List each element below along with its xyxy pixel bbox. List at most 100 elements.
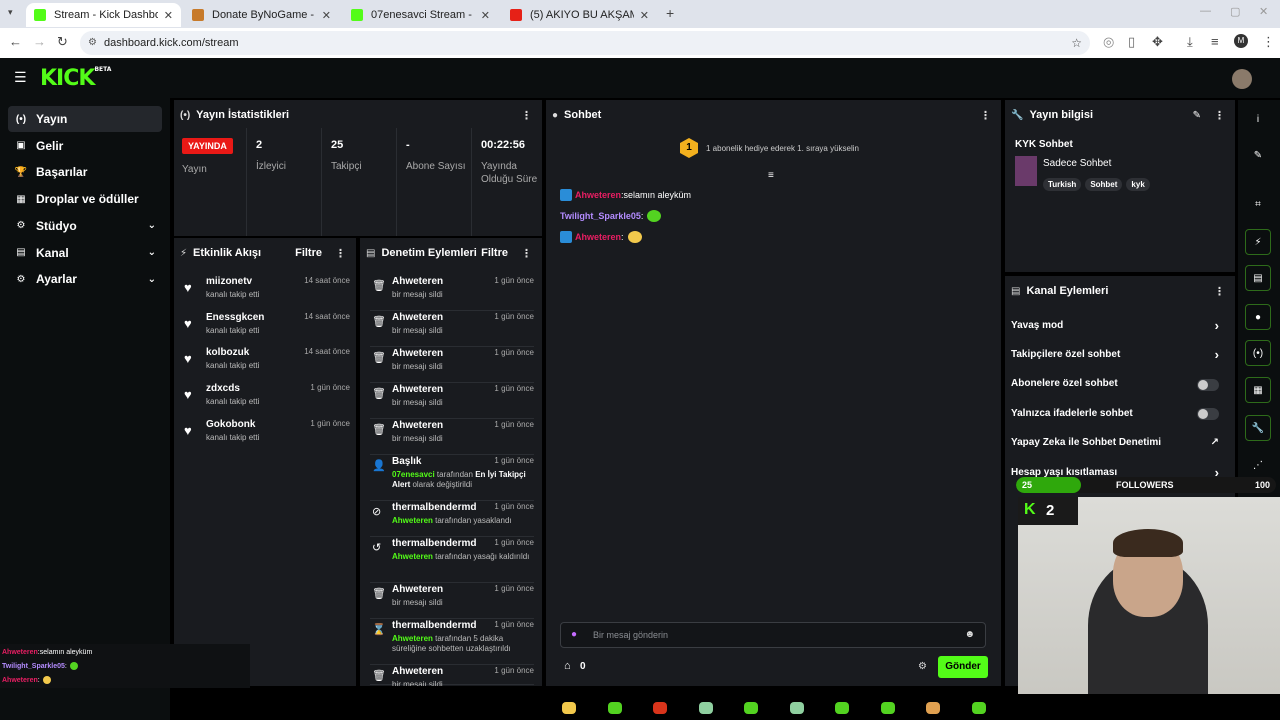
emote-icon[interactable] (744, 702, 758, 714)
emote-icon[interactable] (835, 702, 849, 714)
more-icon[interactable]: ⋮ (1214, 285, 1225, 298)
activity-user[interactable]: kolbozuk (206, 347, 249, 358)
browser-tab[interactable]: Stream - Kick Dashboard ✕ (26, 3, 181, 27)
activity-user[interactable]: zdxcds (206, 383, 240, 394)
moderation-target[interactable]: thermalbendermd (392, 538, 476, 549)
extension-icon[interactable]: ◎ (1103, 34, 1114, 50)
doc-icon[interactable]: ▤ (1245, 265, 1271, 291)
share-icon[interactable]: ⋰ (1245, 452, 1271, 478)
browser-tab[interactable]: 07enesavci Stream - Watch Live ✕ (343, 3, 498, 27)
moderation-target[interactable]: Başlık (392, 456, 421, 467)
send-button[interactable]: Gönder (938, 656, 988, 678)
chevron-right-icon[interactable]: › (1215, 318, 1219, 333)
activity-user[interactable]: Enessgkcen (206, 312, 264, 323)
sidebar-item[interactable]: ▣ Gelir (8, 133, 162, 159)
hamburger-icon[interactable]: ☰ (14, 69, 27, 86)
new-tab-icon[interactable]: + (666, 5, 674, 21)
wrench-icon[interactable]: 🔧 (1245, 415, 1271, 441)
moderation-target[interactable]: Ahweteren (392, 584, 443, 595)
tag-pill[interactable]: kyk (1126, 178, 1150, 191)
filter-button[interactable]: Filtre (481, 247, 508, 259)
sidebar-item[interactable]: ⚙ Stüdyo ⌄ (8, 213, 162, 239)
moderation-target[interactable]: Ahweteren (392, 348, 443, 359)
chevron-right-icon[interactable]: › (1215, 347, 1219, 362)
broadcast-icon[interactable]: (•) (1245, 340, 1271, 366)
channel-action-row[interactable]: Abonelere özel sohbet (1011, 374, 1229, 394)
moderation-row[interactable]: ↺ thermalbendermd Ahweteren tarafından yas… (370, 538, 534, 583)
chat-username[interactable]: Ahweteren (575, 190, 621, 200)
info-icon[interactable]: i (1245, 106, 1271, 132)
moderation-target[interactable]: thermalbendermd (392, 620, 476, 631)
more-icon[interactable]: ⋮ (521, 109, 532, 122)
sidebar-item[interactable]: ⚙ Ayarlar ⌄ (8, 266, 162, 292)
forward-icon[interactable]: → (33, 34, 46, 49)
chat-username[interactable]: Twilight_Sparkle05 (560, 211, 641, 221)
moderation-row[interactable]: 🗑 Ahweteren bir mesajı sildi 1 gün önce (370, 384, 534, 419)
bolt-icon[interactable]: ⚡ (1245, 229, 1271, 255)
emoji-icon[interactable]: ☻ (964, 629, 975, 640)
moderation-row[interactable]: ⊘ thermalbendermd Ahweteren tarafından yas… (370, 502, 534, 537)
moderation-row[interactable]: 🗑 Ahweteren bir mesajı sildi 1 gün önce (370, 666, 534, 686)
sidebar-item[interactable]: ▤ Kanal ⌄ (8, 240, 162, 266)
emote-icon[interactable] (653, 702, 667, 714)
moderation-target[interactable]: Ahweteren (392, 384, 443, 395)
minimize-icon[interactable]: — (1200, 5, 1211, 17)
emote-icon[interactable] (926, 702, 940, 714)
channel-action-row[interactable]: Yavaş mod › (1011, 315, 1229, 335)
pencil-icon[interactable]: ✎ (1245, 142, 1271, 168)
activity-user[interactable]: miizonetv (206, 276, 252, 287)
moderation-target[interactable]: Ahweteren (392, 276, 443, 287)
chat-input[interactable]: ● Bir mesaj gönderin ☻ (560, 622, 986, 648)
emote-icon[interactable] (789, 702, 804, 714)
sidebar-item[interactable]: (•) Yayın (8, 106, 162, 132)
pinned-toggle-icon[interactable]: ≡ (768, 170, 774, 181)
moderation-row[interactable]: 🗑 Ahweteren bir mesajı sildi 1 gün önce (370, 276, 534, 311)
activity-row[interactable]: ♥ zdxcds kanalı takip etti 1 gün önce (184, 383, 350, 415)
moderation-target[interactable]: Ahweteren (392, 420, 443, 431)
tag-pill[interactable]: Turkish (1043, 178, 1082, 191)
extension-icon[interactable]: ▯ (1128, 34, 1135, 50)
external-link-icon[interactable]: ↗ (1211, 437, 1219, 448)
user-avatar[interactable] (1232, 69, 1252, 89)
more-icon[interactable]: ⋮ (1214, 109, 1225, 122)
more-icon[interactable]: ⋮ (980, 109, 991, 122)
media-icon[interactable]: ≡ (1211, 34, 1219, 49)
emote-icon[interactable] (562, 702, 576, 714)
emote-icon[interactable] (880, 702, 895, 714)
download-icon[interactable]: ⤓ (1187, 34, 1193, 50)
moderation-row[interactable]: 🗑 Ahweteren bir mesajı sildi 1 gün önce (370, 348, 534, 383)
gift-promo-text[interactable]: 1 abonelik hediye ederek 1. sıraya yükse… (706, 144, 859, 153)
profile-avatar[interactable]: M (1234, 34, 1248, 48)
chevron-down-icon[interactable]: ⌄ (148, 220, 156, 231)
emote-icon[interactable] (607, 702, 622, 714)
more-menu-icon[interactable]: ⋮ (1262, 34, 1275, 50)
toggle-switch[interactable] (1197, 408, 1219, 421)
sidebar-item[interactable]: 🏆 Başarılar (8, 159, 162, 185)
moderation-target[interactable]: thermalbendermd (392, 502, 476, 513)
reload-icon[interactable]: ↻ (57, 34, 68, 50)
moderation-row[interactable]: 🗑 Ahweteren bir mesajı sildi 1 gün önce (370, 420, 534, 455)
moderation-target[interactable]: Ahweteren (392, 666, 443, 677)
edit-icon[interactable]: ✎ (1193, 110, 1201, 121)
activity-user[interactable]: Gokobonk (206, 419, 255, 430)
activity-row[interactable]: ♥ Gokobonk kanalı takip etti 1 gün önce (184, 419, 350, 451)
emote-icon[interactable] (971, 702, 986, 714)
browser-tab[interactable]: Donate ByNoGame - Gelen/Gid ✕ (184, 3, 339, 27)
chat-username[interactable]: Ahweteren (575, 232, 621, 242)
moderation-row[interactable]: 👤 Başlık 07enesavci tarafından En İyi Taki… (370, 456, 534, 501)
channel-action-row[interactable]: Yalnızca ifadelerle sohbet (1011, 403, 1229, 423)
emote-icon[interactable] (698, 702, 713, 714)
channel-action-row[interactable]: Takipçilere özel sohbet › (1011, 344, 1229, 364)
chevron-down-icon[interactable]: ⌄ (148, 274, 156, 285)
maximize-icon[interactable]: ▢ (1230, 5, 1240, 18)
activity-row[interactable]: ♥ kolbozuk kanalı takip etti 14 saat önce (184, 347, 350, 379)
close-tab-icon[interactable]: ✕ (164, 9, 173, 22)
chat-settings-icon[interactable]: ⚙ (918, 661, 927, 672)
back-icon[interactable]: ← (9, 34, 22, 49)
address-bar[interactable]: ⚙ dashboard.kick.com/stream ☆ (80, 31, 1090, 55)
moderation-row[interactable]: 🗑 Ahweteren bir mesajı sildi 1 gün önce (370, 312, 534, 347)
crop-icon[interactable]: ⌗ (1245, 191, 1271, 217)
chevron-down-icon[interactable]: ⌄ (148, 247, 156, 258)
moderation-row[interactable]: 🗑 Ahweteren bir mesajı sildi 1 gün önce (370, 584, 534, 619)
close-tab-icon[interactable]: ✕ (640, 9, 649, 22)
